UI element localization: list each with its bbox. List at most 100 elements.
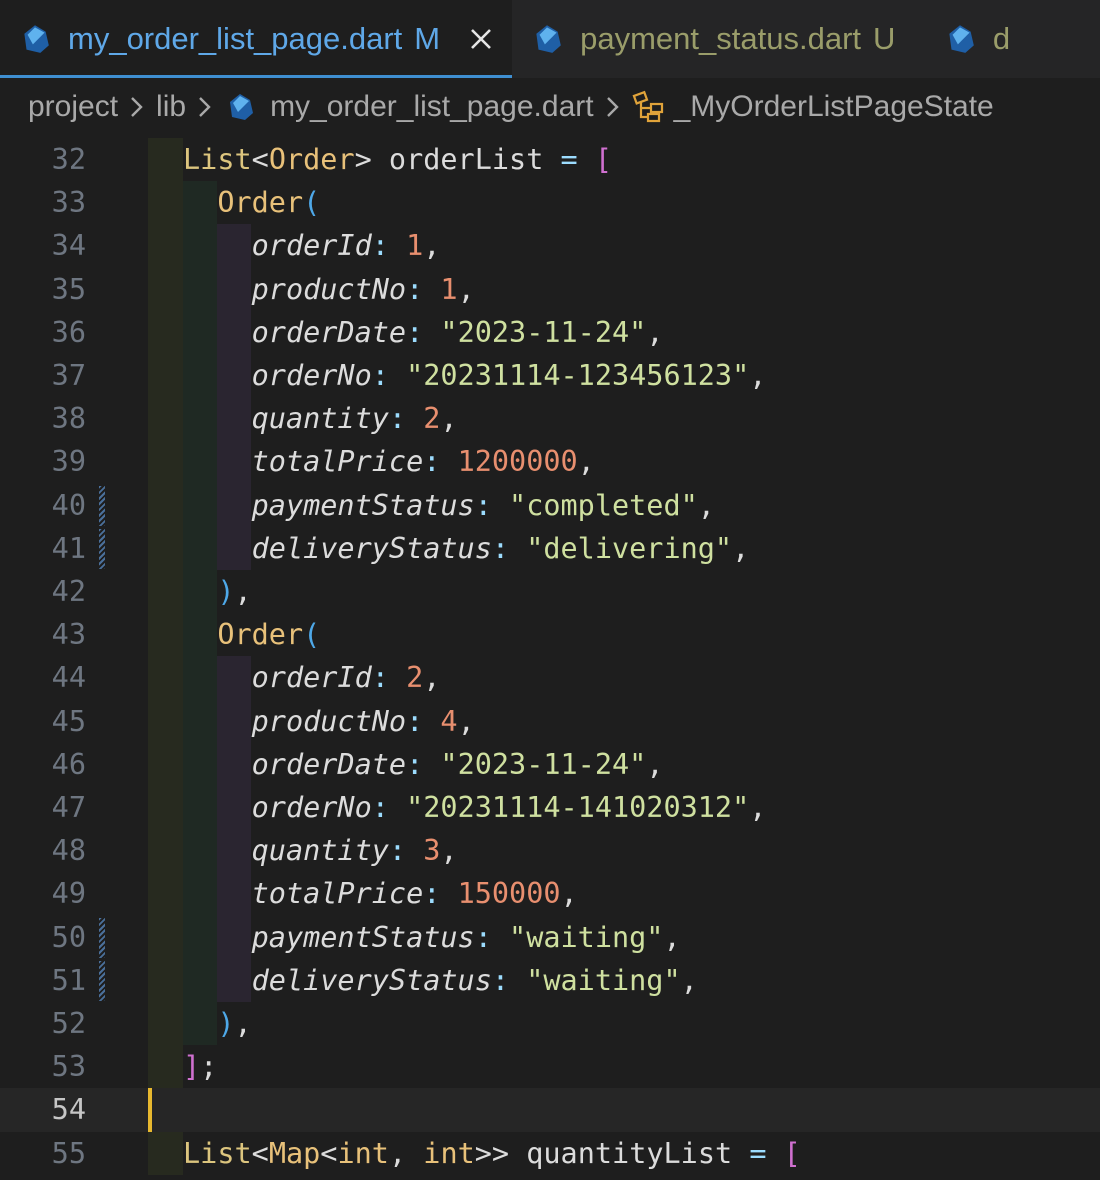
line-number: 43 <box>51 618 86 652</box>
code-line[interactable]: 44 orderId: 2, <box>0 656 1100 699</box>
dart-file-icon <box>24 25 49 53</box>
code-text: ]; <box>183 1045 217 1088</box>
colon-token: : <box>474 920 510 954</box>
code-text: productNo: 1, <box>183 268 475 311</box>
git-change-marker[interactable] <box>99 917 105 958</box>
line-number: 45 <box>51 704 86 738</box>
code-text: paymentStatus: "waiting", <box>183 916 681 959</box>
bracket-token: ) <box>217 575 235 608</box>
code-line[interactable]: 54 <box>0 1088 1100 1132</box>
code-line[interactable]: 52 ), <box>0 1002 1100 1045</box>
class-token: Order <box>217 186 304 220</box>
code-line[interactable]: 42 ), <box>0 570 1100 613</box>
git-change-marker[interactable] <box>99 485 105 526</box>
code-line[interactable]: 45 productNo: 4, <box>0 700 1100 743</box>
code-line[interactable]: 48 quantity: 3, <box>0 829 1100 872</box>
comma-token: , <box>234 1007 252 1040</box>
type-token: List <box>183 143 252 176</box>
comma-token: , <box>646 315 664 349</box>
colon-token: : <box>406 747 441 781</box>
code-text: totalPrice: 150000, <box>183 872 578 915</box>
git-change-marker[interactable] <box>99 528 105 569</box>
operator-token: = <box>560 143 578 176</box>
line-number: 35 <box>51 272 86 306</box>
comma-token: , <box>423 229 441 263</box>
property-token: paymentStatus <box>251 920 475 954</box>
tab-label: payment_status.dart <box>580 21 862 56</box>
bracket-token: [ <box>577 143 613 176</box>
tab-payment-status[interactable]: payment_status.dart U <box>512 0 925 78</box>
punctuation-token: < <box>251 143 269 176</box>
line-number: 41 <box>51 531 86 565</box>
property-token: orderId <box>251 661 372 695</box>
breadcrumb-symbol[interactable]: _MyOrderListPageState <box>674 90 994 124</box>
string-token: "delivering" <box>526 531 733 565</box>
tab-label: d <box>992 21 1011 56</box>
breadcrumb-project[interactable]: project <box>28 90 118 124</box>
bracket-token: ) <box>217 1007 235 1040</box>
close-icon[interactable] <box>468 26 494 52</box>
code-line[interactable]: 55 List<Map<int, int>> quantityList = [ <box>0 1132 1100 1175</box>
code-line[interactable]: 38 quantity: 2, <box>0 397 1100 440</box>
number-token: 4 <box>440 704 458 738</box>
code-line[interactable]: 33 Order( <box>0 181 1100 224</box>
code-line[interactable]: 37 orderNo: "20231114-123456123", <box>0 354 1100 397</box>
number-token: 3 <box>423 834 441 868</box>
comma-token: , <box>680 963 698 997</box>
line-number: 36 <box>51 315 86 349</box>
breadcrumb: project lib my_order_list_page.dart _MyO… <box>0 80 1100 134</box>
comma-token: , <box>749 791 767 824</box>
code-line[interactable]: 47 orderNo: "20231114-141020312", <box>0 786 1100 829</box>
line-number: 46 <box>51 747 86 781</box>
colon-token: : <box>491 963 527 997</box>
type-token: int <box>337 1136 389 1170</box>
code-line[interactable]: 43 Order( <box>0 613 1100 656</box>
dart-file-icon <box>949 25 974 53</box>
punctuation-token: , <box>388 1136 424 1170</box>
class-symbol-icon <box>632 90 663 123</box>
identifier-token: >> quantityList <box>474 1136 750 1170</box>
line-number: 34 <box>51 229 86 263</box>
colon-token: : <box>371 229 407 263</box>
code-line[interactable]: 32 List<Order> orderList = [ <box>0 138 1100 181</box>
string-token: "20231114-123456123" <box>406 359 750 392</box>
property-token: totalPrice <box>251 445 424 479</box>
code-line[interactable]: 41 deliveryStatus: "delivering", <box>0 527 1100 570</box>
number-token: 1 <box>440 272 458 306</box>
code-text: orderNo: "20231114-123456123", <box>183 354 767 397</box>
code-line[interactable]: 49 totalPrice: 150000, <box>0 872 1100 915</box>
modified-badge: M <box>414 21 441 56</box>
class-token: Map <box>268 1136 321 1170</box>
breadcrumb-file[interactable]: my_order_list_page.dart <box>270 90 594 124</box>
line-number: 55 <box>51 1136 86 1170</box>
git-change-marker[interactable] <box>99 960 105 1001</box>
colon-token: : <box>474 488 510 522</box>
code-line[interactable]: 35 productNo: 1, <box>0 268 1100 311</box>
line-number: 44 <box>51 661 86 695</box>
code-line[interactable]: 34 orderId: 1, <box>0 224 1100 267</box>
code-editor[interactable]: 32 List<Order> orderList = [33 Order(34 o… <box>0 138 1100 1180</box>
code-line[interactable]: 40 paymentStatus: "completed", <box>0 484 1100 527</box>
colon-token: : <box>371 661 407 695</box>
comma-token: , <box>440 834 458 868</box>
code-line[interactable]: 46 orderDate: "2023-11-24", <box>0 743 1100 786</box>
code-text: quantity: 2, <box>183 397 458 440</box>
comma-token: , <box>423 661 441 695</box>
colon-token: : <box>388 402 424 436</box>
code-line[interactable]: 50 paymentStatus: "waiting", <box>0 916 1100 959</box>
type-token: List <box>183 1136 252 1170</box>
tab-my-order-list-page[interactable]: my_order_list_page.dart M <box>0 0 513 78</box>
string-token: "2023-11-24" <box>440 747 647 781</box>
code-line[interactable]: 53]; <box>0 1045 1100 1088</box>
property-token: quantity <box>251 402 389 436</box>
property-token: paymentStatus <box>251 488 475 522</box>
breadcrumb-lib[interactable]: lib <box>156 90 186 124</box>
number-token: 2 <box>406 661 424 695</box>
code-line[interactable]: 36 orderDate: "2023-11-24", <box>0 311 1100 354</box>
comma-token: , <box>234 575 252 608</box>
tab-partial[interactable]: d <box>925 0 1100 78</box>
class-token: Order <box>268 143 355 176</box>
comma-token: , <box>457 272 475 306</box>
code-line[interactable]: 39 totalPrice: 1200000, <box>0 440 1100 483</box>
code-line[interactable]: 51 deliveryStatus: "waiting", <box>0 959 1100 1002</box>
